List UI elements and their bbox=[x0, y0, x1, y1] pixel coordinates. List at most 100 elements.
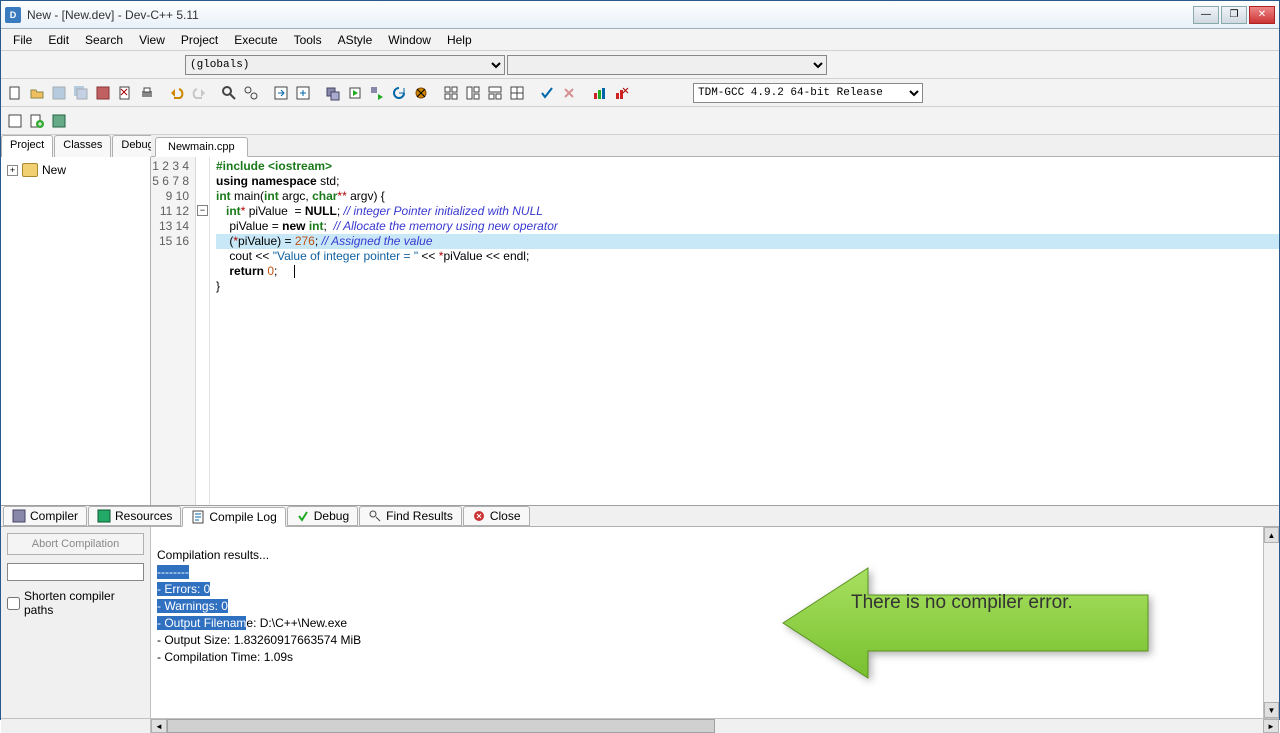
resources-icon bbox=[97, 509, 111, 523]
window-title: New - [New.dev] - Dev-C++ 5.11 bbox=[27, 8, 1191, 22]
debug-tab-icon bbox=[296, 509, 310, 523]
compile-progress bbox=[7, 563, 144, 581]
menu-search[interactable]: Search bbox=[77, 31, 131, 49]
editor-tab-newmain[interactable]: Newmain.cpp bbox=[155, 137, 248, 157]
close-button[interactable]: ✕ bbox=[1249, 6, 1275, 24]
folder-icon bbox=[22, 163, 38, 177]
tab-find-results[interactable]: Find Results bbox=[359, 506, 462, 526]
globals-toolbar: (globals) bbox=[1, 51, 1279, 79]
tree-root-item[interactable]: + New bbox=[5, 161, 146, 179]
code-content[interactable]: #include <iostream>using namespace std;i… bbox=[210, 157, 1279, 505]
goto-icon[interactable] bbox=[271, 83, 291, 103]
grid2-icon[interactable] bbox=[463, 83, 483, 103]
delete-profile-icon[interactable] bbox=[611, 83, 631, 103]
scroll-right-icon[interactable]: ► bbox=[1263, 719, 1279, 733]
find-icon[interactable] bbox=[219, 83, 239, 103]
tab-compiler[interactable]: Compiler bbox=[3, 506, 87, 526]
menu-help[interactable]: Help bbox=[439, 31, 480, 49]
line-gutter: 1 2 3 4 5 6 7 8 9 10 11 12 13 14 15 16 bbox=[151, 157, 196, 505]
find-tab-icon bbox=[368, 509, 382, 523]
new-file-icon[interactable] bbox=[5, 83, 25, 103]
compiler-select[interactable]: TDM-GCC 4.9.2 64-bit Release bbox=[693, 83, 923, 103]
tab-debug-bottom[interactable]: Debug bbox=[287, 506, 358, 526]
menu-file[interactable]: File bbox=[5, 31, 40, 49]
compile-log[interactable]: Compilation results... -------- - Errors… bbox=[151, 527, 1263, 718]
compile-icon[interactable] bbox=[323, 83, 343, 103]
secondary-toolbar bbox=[1, 107, 1279, 135]
log-hscroll[interactable]: ◄ ► bbox=[1, 718, 1279, 733]
menu-tools[interactable]: Tools bbox=[286, 31, 330, 49]
sidebar-tabs: Project Classes Debug bbox=[1, 135, 150, 157]
hscroll-thumb[interactable] bbox=[167, 719, 715, 733]
tab-compile-log[interactable]: Compile Log bbox=[182, 507, 285, 527]
scroll-left-icon[interactable]: ◄ bbox=[151, 719, 167, 733]
bookmark-icon[interactable] bbox=[293, 83, 313, 103]
code-editor[interactable]: 1 2 3 4 5 6 7 8 9 10 11 12 13 14 15 16 −… bbox=[151, 157, 1279, 505]
rebuild-icon[interactable] bbox=[389, 83, 409, 103]
fold-column: − bbox=[196, 157, 210, 505]
callout-arrow: There is no compiler error. bbox=[751, 537, 1131, 677]
compile-run-icon[interactable] bbox=[367, 83, 387, 103]
compiler-icon bbox=[12, 509, 26, 523]
bottom-content: Abort Compilation Shorten compiler paths… bbox=[1, 527, 1279, 718]
shorten-paths-label: Shorten compiler paths bbox=[24, 589, 144, 617]
menu-project[interactable]: Project bbox=[173, 31, 226, 49]
grid3-icon[interactable] bbox=[485, 83, 505, 103]
minimize-button[interactable]: — bbox=[1193, 6, 1219, 24]
project-sidebar: Project Classes Debug + New bbox=[1, 135, 151, 505]
menu-bar: File Edit Search View Project Execute To… bbox=[1, 29, 1279, 51]
log-vscroll[interactable]: ▲ ▼ bbox=[1263, 527, 1279, 718]
open-file-icon[interactable] bbox=[27, 83, 47, 103]
print-icon[interactable] bbox=[137, 83, 157, 103]
members-dropdown[interactable] bbox=[507, 55, 827, 75]
bottom-panel: Compiler Resources Compile Log Debug Fin… bbox=[1, 505, 1279, 685]
editor-area: Newmain.cpp 1 2 3 4 5 6 7 8 9 10 11 12 1… bbox=[151, 135, 1279, 505]
redo-icon[interactable] bbox=[189, 83, 209, 103]
grid1-icon[interactable] bbox=[441, 83, 461, 103]
log-icon bbox=[191, 510, 205, 524]
close-file-icon[interactable] bbox=[115, 83, 135, 103]
maximize-button[interactable]: ❐ bbox=[1221, 6, 1247, 24]
scroll-up-icon[interactable]: ▲ bbox=[1264, 527, 1279, 543]
undo-icon[interactable] bbox=[167, 83, 187, 103]
title-bar: D New - [New.dev] - Dev-C++ 5.11 — ❐ ✕ bbox=[1, 1, 1279, 29]
tab-resources[interactable]: Resources bbox=[88, 506, 181, 526]
check-icon[interactable] bbox=[537, 83, 557, 103]
profile-icon[interactable] bbox=[589, 83, 609, 103]
shorten-paths-row[interactable]: Shorten compiler paths bbox=[7, 589, 144, 617]
save-as-icon[interactable] bbox=[93, 83, 113, 103]
tab-project[interactable]: Project bbox=[1, 135, 53, 157]
app-icon: D bbox=[5, 7, 21, 23]
bottom-tabs: Compiler Resources Compile Log Debug Fin… bbox=[1, 506, 1279, 527]
save-icon[interactable] bbox=[49, 83, 69, 103]
save-all-icon[interactable] bbox=[71, 83, 91, 103]
run-icon[interactable] bbox=[345, 83, 365, 103]
add-file-icon[interactable] bbox=[27, 111, 47, 131]
project-options-icon[interactable] bbox=[49, 111, 69, 131]
stop-icon[interactable] bbox=[559, 83, 579, 103]
menu-astyle[interactable]: AStyle bbox=[330, 31, 381, 49]
scroll-down-icon[interactable]: ▼ bbox=[1264, 702, 1279, 718]
main-toolbar: TDM-GCC 4.9.2 64-bit Release bbox=[1, 79, 1279, 107]
compile-controls: Abort Compilation Shorten compiler paths bbox=[1, 527, 151, 718]
globals-dropdown[interactable]: (globals) bbox=[185, 55, 505, 75]
shorten-paths-checkbox[interactable] bbox=[7, 597, 20, 610]
close-tab-icon bbox=[472, 509, 486, 523]
fold-toggle-icon[interactable]: − bbox=[197, 205, 208, 216]
tab-classes[interactable]: Classes bbox=[54, 135, 111, 157]
editor-tabs: Newmain.cpp bbox=[151, 135, 1279, 157]
new-project-icon[interactable] bbox=[5, 111, 25, 131]
callout-text: There is no compiler error. bbox=[851, 595, 1073, 611]
tab-close[interactable]: Close bbox=[463, 506, 530, 526]
menu-edit[interactable]: Edit bbox=[40, 31, 77, 49]
tree-expand-icon[interactable]: + bbox=[7, 165, 18, 176]
main-area: Project Classes Debug + New Newmain.cpp … bbox=[1, 135, 1279, 505]
debug-icon[interactable] bbox=[411, 83, 431, 103]
menu-view[interactable]: View bbox=[131, 31, 173, 49]
menu-window[interactable]: Window bbox=[380, 31, 439, 49]
abort-compilation-button[interactable]: Abort Compilation bbox=[7, 533, 144, 555]
grid4-icon[interactable] bbox=[507, 83, 527, 103]
replace-icon[interactable] bbox=[241, 83, 261, 103]
menu-execute[interactable]: Execute bbox=[226, 31, 285, 49]
project-tree[interactable]: + New bbox=[1, 157, 150, 505]
